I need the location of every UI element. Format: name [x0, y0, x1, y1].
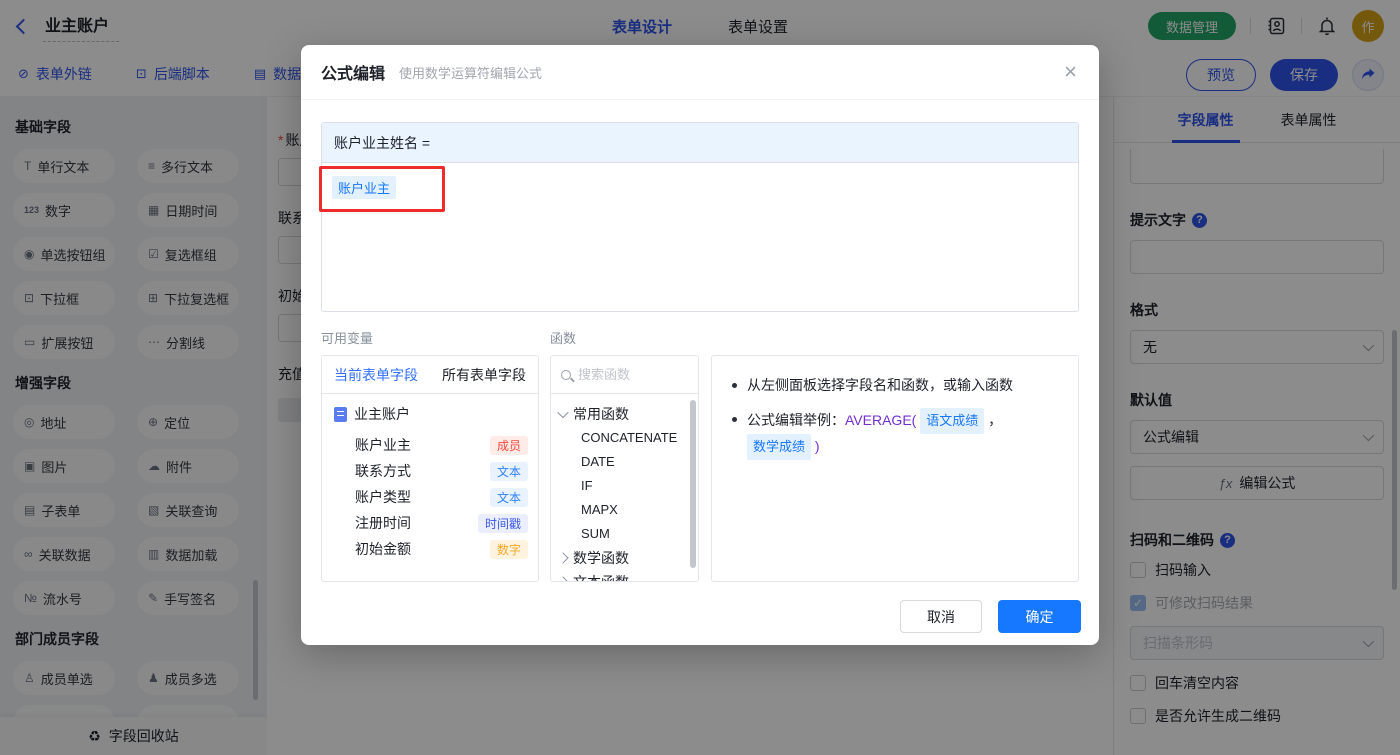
function-group-text[interactable]: 文本函数: [557, 570, 698, 581]
function-search: [551, 356, 698, 394]
chevron-down-icon: [557, 406, 569, 419]
form-doc-icon: [334, 406, 347, 422]
confirm-button[interactable]: 确定: [998, 600, 1081, 633]
function-item-if[interactable]: IF: [559, 474, 698, 498]
panel-labels: 可用变量 函数: [301, 328, 1099, 347]
variables-label: 可用变量: [321, 331, 374, 346]
formula-target: 账户业主姓名 =: [322, 123, 1078, 163]
modal-title: 公式编辑: [321, 66, 386, 83]
app-window: 业主账户 表单设计 表单设置 数据管理 作 ⊘ 表单外链 ⊡ 后端脚本 ▤ 预览…: [0, 0, 1400, 755]
functions-label: 函数: [550, 331, 577, 346]
example-function-name: AVERAGE(: [845, 412, 917, 428]
variable-row-owner[interactable]: 账户业主 成员: [334, 432, 528, 458]
function-group-common[interactable]: 常用函数: [557, 402, 698, 426]
chevron-right-icon: [557, 552, 569, 564]
variable-row-contact[interactable]: 联系方式 文本: [334, 458, 528, 484]
hint-panel: 从左侧面板选择字段名和函数，或输入函数 公式编辑举例：AVERAGE( 语文成绩…: [711, 355, 1079, 582]
formula-input-area[interactable]: 账户业主: [322, 163, 1078, 212]
variable-row-account-type[interactable]: 账户类型 文本: [334, 484, 528, 510]
function-list: 常用函数 CONCATENATE DATE IF MAPX SUM 数学函数 文…: [551, 394, 698, 581]
modal-footer: 取消 确定: [301, 582, 1099, 633]
formula-editor-box: 账户业主姓名 = 账户业主: [321, 122, 1079, 312]
variable-row-register-time[interactable]: 注册时间 时间戳: [334, 510, 528, 536]
example-chip-chinese: 语文成绩: [920, 408, 985, 434]
chevron-right-icon: [557, 576, 569, 581]
type-badge: 时间戳: [477, 513, 528, 533]
formula-variable-chip[interactable]: 账户业主: [332, 176, 397, 199]
variables-tabs: 当前表单字段 所有表单字段: [322, 356, 538, 394]
tab-all-form-fields[interactable]: 所有表单字段: [430, 365, 538, 385]
formula-editor-modal: 公式编辑 使用数学运算符编辑公式 × 账户业主姓名 = 账户业主 可用变量 函数…: [301, 45, 1099, 645]
close-icon[interactable]: ×: [1064, 61, 1077, 83]
type-badge: 成员: [489, 435, 528, 455]
hint-line-2: 公式编辑举例：AVERAGE( 语文成绩 ， 数学成绩 ): [732, 408, 1062, 460]
functions-scrollbar[interactable]: [690, 400, 696, 568]
tree-form-node[interactable]: 业主账户: [334, 404, 528, 424]
modal-subtitle: 使用数学运算符编辑公式: [399, 65, 543, 81]
hint-line-1: 从左侧面板选择字段名和函数，或输入函数: [732, 374, 1062, 396]
modal-header: 公式编辑 使用数学运算符编辑公式 ×: [301, 45, 1099, 100]
type-badge: 文本: [489, 461, 528, 481]
function-item-date[interactable]: DATE: [559, 450, 698, 474]
function-search-input[interactable]: [578, 367, 678, 382]
function-item-mapx[interactable]: MAPX: [559, 498, 698, 522]
panels-row: 当前表单字段 所有表单字段 业主账户 账户业主 成员 联系方式 文本 账户类型 …: [301, 355, 1099, 582]
functions-panel: 常用函数 CONCATENATE DATE IF MAPX SUM 数学函数 文…: [550, 355, 699, 582]
type-badge: 数字: [489, 539, 528, 559]
variable-row-initial-amount[interactable]: 初始金额 数字: [334, 536, 528, 562]
function-item-concatenate[interactable]: CONCATENATE: [559, 426, 698, 450]
example-chip-math: 数学成绩: [747, 434, 812, 460]
variables-panel: 当前表单字段 所有表单字段 业主账户 账户业主 成员 联系方式 文本 账户类型 …: [321, 355, 539, 582]
variables-tree: 业主账户 账户业主 成员 联系方式 文本 账户类型 文本 注册时间 时间戳 初始…: [322, 394, 538, 562]
type-badge: 文本: [489, 487, 528, 507]
search-icon: [561, 369, 571, 380]
function-group-math[interactable]: 数学函数: [557, 546, 698, 570]
function-item-sum[interactable]: SUM: [559, 522, 698, 546]
cancel-button[interactable]: 取消: [900, 600, 982, 633]
tab-current-form-fields[interactable]: 当前表单字段: [322, 365, 430, 385]
